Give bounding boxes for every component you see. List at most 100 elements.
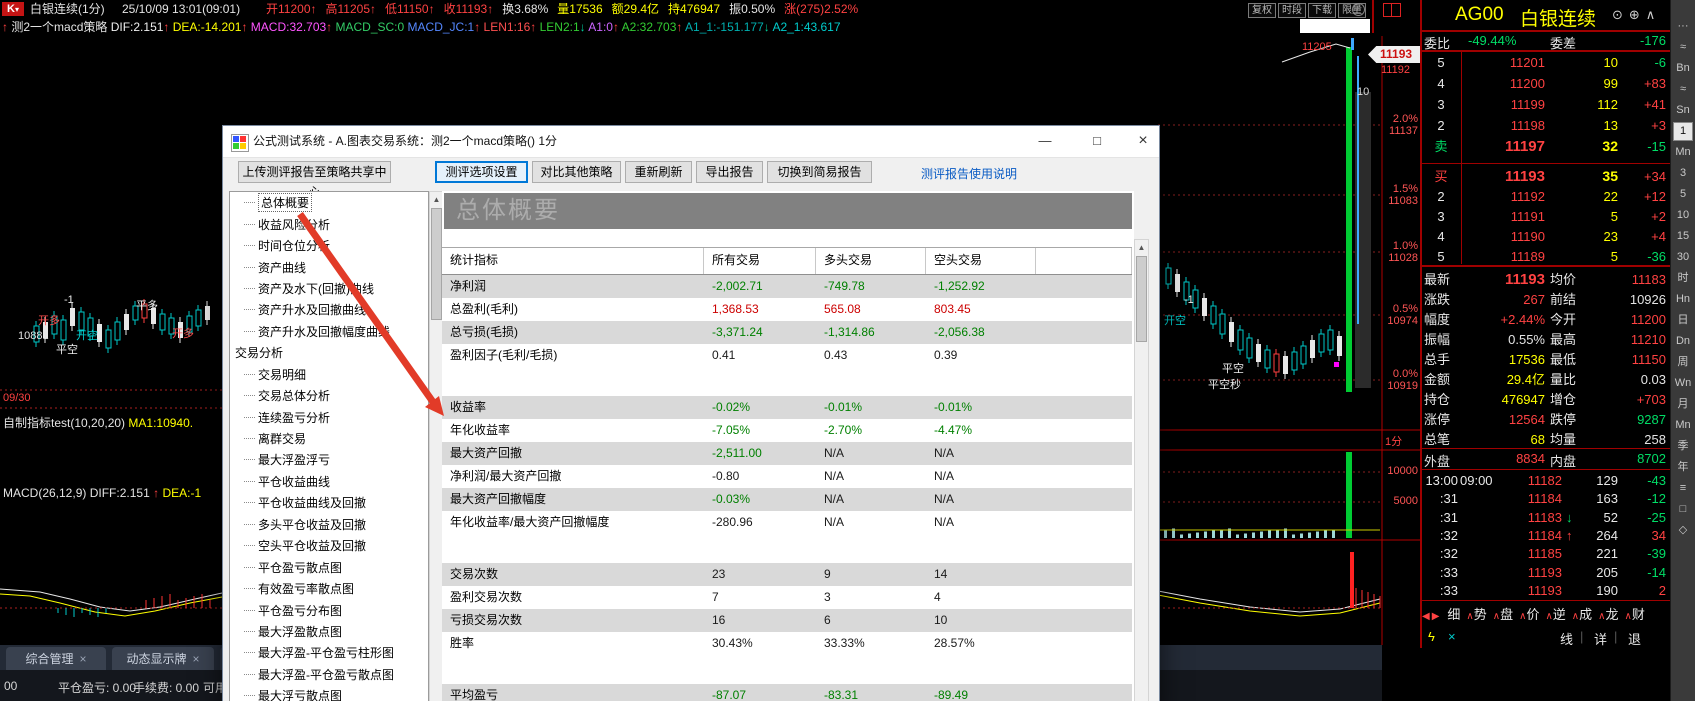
report-help-link[interactable]: 测评报告使用说明: [921, 165, 1017, 182]
trade-marker: 开多: [38, 315, 60, 327]
tree-item-label: 平仓收益曲线: [258, 474, 331, 489]
tree-item[interactable]: 最大浮亏散点图: [230, 685, 428, 701]
toolbar-button-1[interactable]: 上传测评报告至策略共享中心: [238, 161, 391, 199]
minimize-button[interactable]: —: [1023, 126, 1067, 156]
tree-connector: [244, 287, 255, 289]
scroll-thumb[interactable]: [431, 208, 442, 320]
toolbar-button-2[interactable]: 测评选项设置: [435, 161, 528, 183]
tree-item[interactable]: 平仓收益曲线: [230, 471, 428, 492]
stat-value-cell: -4.47%: [934, 423, 973, 437]
stat-name-cell: 年化收益率: [450, 423, 511, 437]
tree-item[interactable]: 多头平仓收益及回撤: [230, 514, 428, 535]
volume-axis-label: 10000: [1387, 465, 1418, 477]
tree-item[interactable]: 时间仓位分析: [230, 235, 428, 256]
tree-item[interactable]: 平仓盈亏分布图: [230, 599, 428, 620]
stat-value-cell: -2.70%: [824, 423, 863, 437]
tree-item[interactable]: 资产升水及回撤幅度曲线: [230, 321, 428, 342]
table-row: 最大资产回撤幅度 -0.03% N/A N/A: [442, 488, 1132, 511]
tree-item[interactable]: 资产曲线: [230, 256, 428, 277]
trade-marker: -1: [1184, 294, 1194, 306]
price-annotation: 10881: [18, 330, 49, 342]
stat-name-cell: 总盈利(毛利): [450, 302, 518, 316]
toolbar-button-6[interactable]: 切换到简易报告: [767, 161, 872, 183]
table-gap-row: [442, 534, 1132, 563]
current-price-tag: 11193: [1368, 46, 1420, 63]
content-scrollbar[interactable]: ▲: [1134, 239, 1149, 701]
tree-item[interactable]: 收益风险分析: [230, 213, 428, 234]
stat-value-cell: 565.08: [824, 302, 861, 316]
stat-value-cell: 10: [934, 613, 948, 627]
stat-value-cell: 4: [934, 590, 941, 604]
tree-item-label: 平仓盈亏散点图: [258, 560, 343, 575]
dialog-toolbar: 测评报告使用说明 上传测评报告至策略共享中心 测评选项设置对比其他策略重新刷新导出…: [223, 158, 1159, 199]
high-price-label: 11205: [1302, 41, 1332, 53]
tree-item[interactable]: 平仓盈亏散点图: [230, 556, 428, 577]
stat-value-cell: -7.05%: [712, 423, 751, 437]
stat-value-cell: -280.96: [712, 515, 753, 529]
maximize-button[interactable]: □: [1075, 126, 1119, 156]
toolbar-button-4[interactable]: 重新刷新: [625, 161, 692, 183]
stat-value-cell: 16: [712, 613, 726, 627]
tree-item[interactable]: 交易明细: [230, 364, 428, 385]
pct-axis-label: 1.5% 11083: [1378, 183, 1418, 207]
pct-value: 0.5%: [1392, 303, 1418, 315]
table-row: 盈利交易次数 7 3 4: [442, 586, 1132, 609]
tree-connector: [244, 630, 255, 632]
stat-value-cell: -2,056.38: [934, 325, 985, 339]
tree-item-label: 平仓盈亏分布图: [258, 603, 343, 618]
macd-indicator-title: MACD(26,12,9) DIFF:2.151 ↑ DEA:-1: [3, 486, 219, 500]
tree-item-label: 最大浮盈-平仓盈亏柱形图: [258, 646, 394, 661]
tree-item[interactable]: 最大浮盈-平仓盈亏柱形图: [230, 642, 428, 663]
table-header-cell: [1036, 248, 1132, 274]
stat-value-cell: -0.01%: [824, 400, 863, 414]
stat-value-cell: 803.45: [934, 302, 971, 316]
tree-item[interactable]: 空头平仓收益及回撤: [230, 535, 428, 556]
tree-item[interactable]: 平仓收益曲线及回撤: [230, 492, 428, 513]
pct-value: 0.0%: [1392, 368, 1418, 380]
dialog-icon: [231, 134, 249, 152]
tree-item[interactable]: 资产及水下(回撤)曲线: [230, 278, 428, 299]
tree-item[interactable]: 交易总体分析: [230, 385, 428, 406]
scroll-up-icon[interactable]: ▲: [1135, 240, 1148, 255]
dialog-title-bar[interactable]: 公式测试系统 - A.图表交易系统：测2一个macd策略() 1分 — □ ×: [223, 126, 1159, 158]
tree-item[interactable]: 连续盈亏分析: [230, 406, 428, 427]
table-row: 年化收益率/最大资产回撤幅度 -280.96 N/A N/A: [442, 511, 1132, 534]
tree-item[interactable]: 有效盈亏率散点图: [230, 578, 428, 599]
stat-value-cell: 0.43: [824, 348, 848, 362]
tree-item[interactable]: 最大浮盈-平仓盈亏散点图: [230, 664, 428, 685]
pct-value: 2.0%: [1392, 113, 1418, 125]
stat-value-cell: 3: [824, 590, 831, 604]
tree-item[interactable]: 总体概要: [230, 192, 428, 213]
pct-axis-label: 0.5% 10974: [1378, 303, 1418, 327]
stat-value-cell: -2,002.71: [712, 279, 763, 293]
tree-connector: [244, 566, 255, 568]
tree-item[interactable]: 最大浮盈散点图: [230, 621, 428, 642]
tree-item-label: 时间仓位分析: [258, 239, 331, 254]
report-tree-panel: 总体概要 收益风险分析时间仓位分析资产曲线 资产及水下(回撤)曲线 资产升水及回撤曲线…: [229, 191, 429, 701]
toolbar-button-5[interactable]: 导出报告: [696, 161, 763, 183]
tree-item-label: 有效盈亏率散点图: [258, 582, 355, 597]
tree-item-label: 资产升水及回撤幅度曲线: [258, 324, 391, 339]
close-button[interactable]: ×: [1121, 126, 1165, 156]
tag-price: 11193: [1380, 47, 1413, 61]
tree-connector: [244, 202, 255, 204]
stat-value-cell: 9: [824, 567, 831, 581]
table-row: 亏损交易次数 16 6 10: [442, 609, 1132, 632]
toolbar-button-3[interactable]: 对比其他策略: [532, 161, 621, 183]
scroll-thumb[interactable]: [1136, 256, 1147, 342]
tree-connector: [244, 416, 255, 418]
stat-name-cell: 收益率: [450, 400, 487, 414]
macd-diff: DIFF:2.151: [89, 486, 150, 500]
tree-item[interactable]: 资产升水及回撤曲线: [230, 299, 428, 320]
tree-item[interactable]: 交易分析: [230, 342, 428, 363]
tree-item[interactable]: 离群交易: [230, 428, 428, 449]
stat-name-cell: 平均盈亏: [450, 688, 499, 701]
stat-value-cell: 23: [712, 567, 726, 581]
tree-connector: [244, 588, 255, 590]
macd-name: MACD(26,12,9): [3, 486, 87, 500]
table-row: 交易次数 23 9 14: [442, 563, 1132, 586]
up-arrow-icon: ↑: [153, 486, 160, 500]
tree-item[interactable]: 最大浮盈浮亏: [230, 449, 428, 470]
date-axis-label: 09/30: [3, 392, 31, 404]
tree-item-label: 最大浮盈-平仓盈亏散点图: [258, 667, 394, 682]
